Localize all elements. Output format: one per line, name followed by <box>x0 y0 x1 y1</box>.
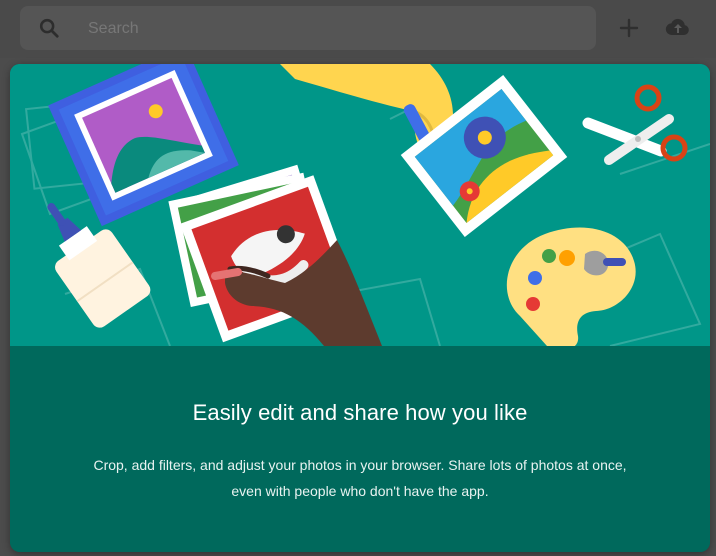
hero-illustration <box>10 64 710 346</box>
dialog-content: Easily edit and share how you like Crop,… <box>10 346 710 552</box>
photo-app: Easily edit and share how you like Crop,… <box>0 0 716 556</box>
dialog-description: Crop, add filters, and adjust your photo… <box>93 457 627 499</box>
search-icon[interactable] <box>38 17 60 39</box>
search-bar[interactable] <box>20 6 596 50</box>
top-app-bar <box>0 0 716 58</box>
dialog-title: Easily edit and share how you like <box>192 400 528 425</box>
welcome-dialog: Easily edit and share how you like Crop,… <box>10 64 710 552</box>
editing-illustration <box>10 64 710 346</box>
search-input[interactable] <box>86 18 570 40</box>
cloud-upload-icon[interactable] <box>665 16 689 40</box>
plus-icon[interactable] <box>617 16 641 40</box>
